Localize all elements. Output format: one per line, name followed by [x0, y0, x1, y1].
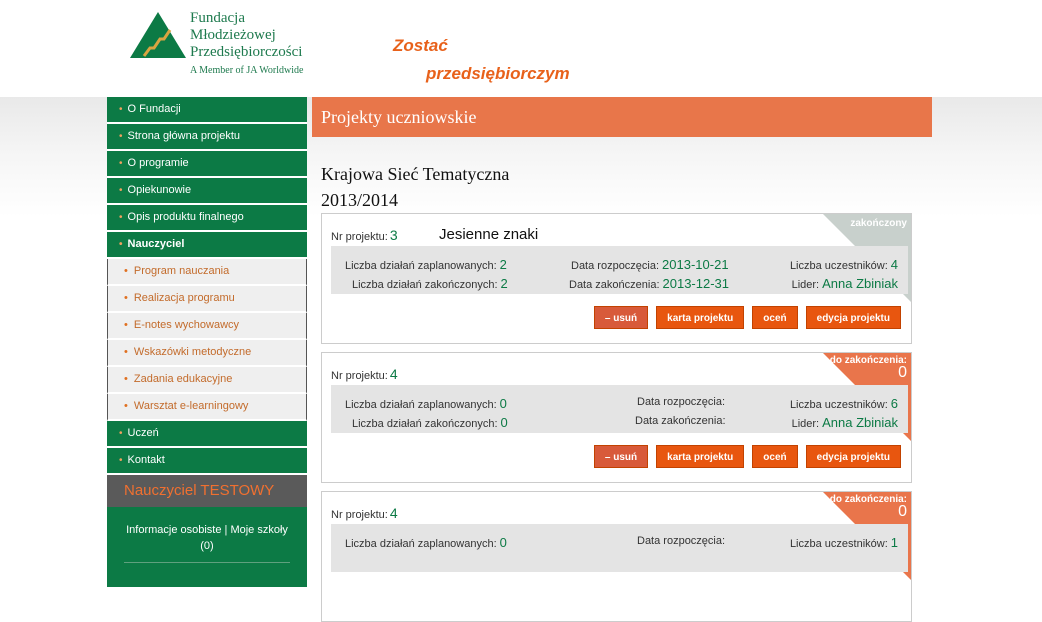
user-school-count: (0) — [200, 540, 214, 552]
end-date: Data zakończenia: 2013-12-31 — [569, 276, 729, 291]
org-name: Fundacja Młodzieżowej Przedsiębiorczości — [190, 10, 303, 60]
project-info: Liczba działań zaplanowanych: 0 Liczba dz… — [331, 385, 908, 433]
end-date: Data zakończenia: — [635, 415, 726, 427]
org-member: A Member of JA Worldwide — [190, 65, 304, 76]
page-title: Projekty uczniowskie — [312, 97, 932, 137]
page-header: Fundacja Młodzieżowej Przedsiębiorczości… — [0, 0, 1042, 97]
project-card: zakończony Nr projektu: 3 Jesienne znaki … — [321, 213, 912, 344]
bullet-icon: • — [124, 400, 128, 412]
project-actions: – usuń karta projektu oceń edycja projek… — [593, 306, 901, 329]
finished-count: Liczba działań zakończonych: 0 — [352, 415, 508, 430]
leader: Lider: Anna Zbiniak — [791, 276, 898, 291]
edit-project-button[interactable]: edycja projektu — [805, 445, 901, 468]
user-name: Nauczyciel TESTOWY — [107, 475, 307, 507]
nav-item-uczen[interactable]: • Uczeń — [107, 421, 307, 448]
bullet-icon: • — [119, 104, 123, 115]
bullet-icon: • — [119, 239, 123, 250]
participants-count: Liczba uczestników: 4 — [789, 257, 898, 272]
nav-item-nauczyciel[interactable]: • Nauczyciel — [107, 232, 307, 259]
start-date: Data rozpoczęcia: 2013-10-21 — [571, 257, 729, 272]
subnav-realizacja-programu[interactable]: • Realizacja programu — [107, 286, 307, 313]
participants-count: Liczba uczestników: 6 — [789, 396, 898, 411]
subnav-wskazowki[interactable]: • Wskazówki metodyczne — [107, 340, 307, 367]
subnav-e-notes[interactable]: • E-notes wychowawcy — [107, 313, 307, 340]
nav-item-o-fundacji[interactable]: • O Fundacji — [107, 97, 307, 124]
remaining-count: 0 — [898, 503, 907, 520]
bullet-icon: • — [124, 346, 128, 358]
nav-item-opiekunowie[interactable]: • Opiekunowie — [107, 178, 307, 205]
project-number: Nr projektu: 3 — [331, 227, 398, 243]
bullet-icon: • — [124, 292, 128, 304]
divider — [124, 562, 290, 563]
bullet-icon: • — [119, 131, 123, 142]
delete-button[interactable]: – usuń — [593, 445, 649, 468]
project-info: Liczba działań zaplanowanych: 0 Data rozp… — [331, 524, 908, 572]
delete-button[interactable]: – usuń — [593, 306, 649, 329]
project-card: do zakończenia: 0 Nr projektu: 4 Liczba d… — [321, 491, 912, 622]
subnav-warsztat[interactable]: • Warsztat e-learningowy — [107, 394, 307, 421]
nav-item-o-programie[interactable]: • O programie — [107, 151, 307, 178]
project-card-button[interactable]: karta projektu — [656, 445, 745, 468]
nav-item-strona-glowna[interactable]: • Strona główna projektu — [107, 124, 307, 151]
status-label: do zakończenia: — [829, 494, 907, 505]
project-card-button[interactable]: karta projektu — [656, 306, 745, 329]
rate-button[interactable]: oceń — [752, 306, 798, 329]
start-date: Data rozpoczęcia: — [637, 535, 726, 547]
slogan-line1: Zostać — [393, 36, 448, 55]
bullet-icon: • — [119, 455, 123, 466]
rate-button[interactable]: oceń — [752, 445, 798, 468]
project-card: do zakończenia: 0 Nr projektu: 4 Liczba d… — [321, 352, 912, 483]
project-number: Nr projektu: 4 — [331, 366, 398, 382]
planned-count: Liczba działań zaplanowanych: 0 — [345, 535, 507, 550]
finished-count: Liczba działań zakończonych: 2 — [352, 276, 508, 291]
project-number: Nr projektu: 4 — [331, 505, 398, 521]
fmp-logo-icon[interactable] — [130, 12, 186, 58]
bullet-icon: • — [119, 428, 123, 439]
user-links[interactable]: Informacje osobiste | Moje szkoły — [107, 522, 307, 538]
main-content: Projekty uczniowskie Krajowa Sieć Tematy… — [312, 97, 932, 213]
bullet-icon: • — [124, 319, 128, 331]
project-info: Liczba działań zaplanowanych: 2 Liczba dz… — [331, 246, 908, 294]
participants-count: Liczba uczestników: 1 — [789, 535, 898, 550]
nav-item-opis-produktu[interactable]: • Opis produktu finalnego — [107, 205, 307, 232]
bullet-icon: • — [119, 212, 123, 223]
start-date: Data rozpoczęcia: — [637, 396, 726, 408]
slogan-line2: przedsiębiorczym — [426, 64, 570, 83]
bullet-icon: • — [119, 158, 123, 169]
status-label: zakończony — [850, 218, 907, 229]
project-title: Jesienne znaki — [439, 226, 539, 243]
bullet-icon: • — [119, 185, 123, 196]
section-title: Krajowa Sieć Tematyczna 2013/2014 — [321, 164, 510, 210]
leader: Lider: Anna Zbiniak — [791, 415, 898, 430]
bullet-icon: • — [124, 373, 128, 385]
subnav-zadania[interactable]: • Zadania edukacyjne — [107, 367, 307, 394]
status-label: do zakończenia: — [829, 355, 907, 366]
project-actions: – usuń karta projektu oceń edycja projek… — [593, 445, 901, 468]
planned-count: Liczba działań zaplanowanych: 0 — [345, 396, 507, 411]
edit-project-button[interactable]: edycja projektu — [805, 306, 901, 329]
nav-item-kontakt[interactable]: • Kontakt — [107, 448, 307, 475]
planned-count: Liczba działań zaplanowanych: 2 — [345, 257, 507, 272]
user-panel: Informacje osobiste | Moje szkoły (0) — [107, 507, 307, 587]
bullet-icon: • — [124, 265, 128, 277]
sidebar-nav: • O Fundacji • Strona główna projektu • O p… — [107, 97, 307, 587]
remaining-count: 0 — [898, 364, 907, 381]
subnav-program-nauczania[interactable]: • Program nauczania — [107, 259, 307, 286]
